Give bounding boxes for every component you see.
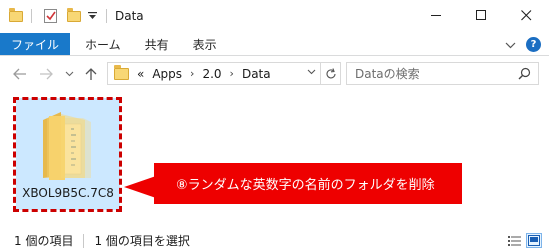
minimize-button[interactable] xyxy=(414,0,459,30)
breadcrumb-2-0[interactable]: 2.0 xyxy=(202,67,221,81)
title-bar: Data xyxy=(0,0,549,32)
status-bar: 1 個の項目 1 個の項目を選択 xyxy=(0,229,549,252)
window-title: Data xyxy=(115,9,144,23)
folder-icon xyxy=(114,64,129,80)
search-placeholder: Dataの検索 xyxy=(355,67,420,81)
properties-icon[interactable] xyxy=(44,9,57,23)
item-count: 1 個の項目 xyxy=(14,234,74,248)
highlight-box xyxy=(13,97,122,212)
callout-pointer xyxy=(124,176,156,198)
close-button[interactable] xyxy=(504,0,549,30)
divider xyxy=(106,9,107,23)
details-view-icon xyxy=(508,235,521,246)
search-icon xyxy=(518,67,531,83)
address-bar[interactable]: « Apps › 2.0 › Data xyxy=(107,62,321,85)
divider xyxy=(31,9,32,23)
recent-locations-button[interactable] xyxy=(62,64,76,84)
maximize-button[interactable] xyxy=(459,0,504,30)
quick-access-toolbar xyxy=(9,7,97,23)
tab-share[interactable]: 共有 xyxy=(133,33,181,55)
address-dropdown-icon[interactable] xyxy=(307,68,316,78)
customize-toolbar-icon[interactable] xyxy=(88,11,97,22)
annotation-callout: ⑧ランダムな英数字の名前のフォルダを削除 xyxy=(154,163,462,204)
breadcrumb-separator[interactable]: › xyxy=(230,67,234,80)
window-controls xyxy=(414,0,549,30)
large-icons-view-icon xyxy=(528,235,540,246)
file-list: XBOL9B5C.7C8 ⑧ランダムな英数字の名前のフォルダを削除 xyxy=(0,90,549,224)
search-input[interactable]: Dataの検索 xyxy=(346,62,539,85)
folder-icon[interactable] xyxy=(9,7,23,22)
selected-count: 1 個の項目を選択 xyxy=(94,234,190,248)
navigation-bar: « Apps › 2.0 › Data Dataの検索 xyxy=(0,62,549,86)
ribbon-tabs: ファイル ホーム 共有 表示 ? xyxy=(0,33,549,56)
breadcrumb-separator[interactable]: › xyxy=(190,67,194,80)
tab-home[interactable]: ホーム xyxy=(73,33,133,55)
callout-text: ⑧ランダムな英数字の名前のフォルダを削除 xyxy=(176,178,435,193)
tab-view[interactable]: 表示 xyxy=(181,33,229,55)
new-folder-icon[interactable] xyxy=(67,7,81,22)
large-icons-view-button[interactable] xyxy=(526,233,542,248)
refresh-button[interactable] xyxy=(321,62,341,85)
breadcrumb-data[interactable]: Data xyxy=(242,67,271,81)
up-button[interactable] xyxy=(82,64,100,84)
refresh-icon xyxy=(326,67,336,78)
ribbon-controls: ? xyxy=(505,35,541,54)
breadcrumb-apps[interactable]: Apps xyxy=(152,67,182,81)
back-button[interactable] xyxy=(10,64,30,84)
breadcrumb-overflow[interactable]: « xyxy=(137,67,144,81)
help-icon[interactable]: ? xyxy=(526,37,541,52)
expand-ribbon-icon[interactable] xyxy=(505,38,516,52)
divider xyxy=(83,233,85,248)
tab-file[interactable]: ファイル xyxy=(0,33,71,55)
view-toggle xyxy=(507,233,542,248)
forward-button[interactable] xyxy=(36,64,56,84)
details-view-button[interactable] xyxy=(507,233,523,248)
